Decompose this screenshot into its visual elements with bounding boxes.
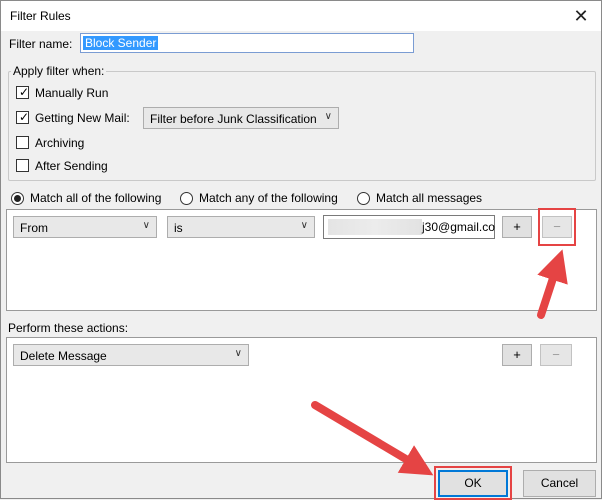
annotation-arrows	[311, 249, 568, 476]
arrow-to-remove-button	[537, 249, 568, 319]
arrow-to-ok-button	[311, 401, 434, 476]
filter-rules-dialog: Filter Rules ✕ Filter name: Block Sender…	[0, 0, 602, 500]
